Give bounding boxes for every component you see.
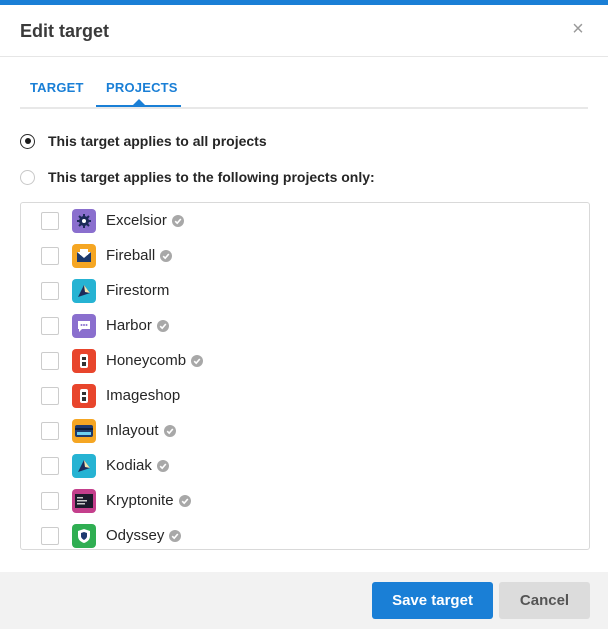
project-name: Excelsior — [106, 212, 167, 229]
project-name: Odyssey — [106, 527, 165, 544]
project-envelope-icon — [72, 243, 96, 268]
project-checkbox[interactable] — [41, 246, 59, 265]
project-name: Kodiak — [106, 457, 152, 474]
scope-all-label: This target applies to all projects — [48, 133, 267, 149]
project-checkbox[interactable] — [41, 456, 59, 475]
project-row-imageshop[interactable]: Imageshop — [21, 378, 589, 413]
active-tab-underline — [96, 105, 181, 107]
cancel-button[interactable]: Cancel — [499, 582, 590, 619]
save-target-button[interactable]: Save target — [372, 582, 493, 619]
project-checkbox[interactable] — [41, 351, 59, 370]
verified-check-icon — [191, 354, 204, 367]
scope-all-projects-option[interactable]: This target applies to all projects — [20, 131, 267, 151]
verified-check-icon — [163, 424, 176, 437]
project-row-kryptonite[interactable]: Kryptonite — [21, 483, 589, 518]
project-gear-icon — [72, 208, 96, 233]
project-list[interactable]: Excelsior Fireball Firestorm Harbor Honeycom… — [20, 202, 590, 550]
project-row-fireball[interactable]: Fireball — [21, 238, 589, 273]
verified-check-icon — [156, 319, 169, 332]
project-row-inlayout[interactable]: Inlayout — [21, 413, 589, 448]
tab-target[interactable]: TARGET — [30, 80, 84, 95]
scope-selected-radio[interactable] — [20, 169, 35, 185]
tab-projects[interactable]: PROJECTS — [106, 80, 178, 95]
project-shield-icon — [72, 523, 96, 548]
scope-all-radio[interactable] — [20, 133, 35, 149]
project-kite-icon — [72, 453, 96, 478]
project-name: Fireball — [106, 247, 156, 264]
verified-check-icon — [160, 249, 173, 262]
project-robot-icon — [72, 348, 96, 373]
project-checkbox[interactable] — [41, 491, 59, 510]
verified-check-icon — [169, 529, 182, 542]
project-robot-icon — [72, 383, 96, 408]
project-checkbox[interactable] — [41, 211, 59, 230]
project-row-firestorm[interactable]: Firestorm — [21, 273, 589, 308]
project-chat-icon — [72, 313, 96, 338]
project-name: Honeycomb — [106, 352, 187, 369]
scope-selected-label: This target applies to the following pro… — [48, 169, 375, 185]
project-row-honeycomb[interactable]: Honeycomb — [21, 343, 589, 378]
project-row-kodiak[interactable]: Kodiak — [21, 448, 589, 483]
project-checkbox[interactable] — [41, 281, 59, 300]
project-kite-icon — [72, 278, 96, 303]
project-row-harbor[interactable]: Harbor — [21, 308, 589, 343]
project-name: Firestorm — [106, 282, 170, 299]
project-checkbox[interactable] — [41, 421, 59, 440]
project-checkbox[interactable] — [41, 316, 59, 335]
project-credit-card-icon — [72, 418, 96, 443]
dialog-header: Edit target × — [0, 5, 608, 57]
verified-check-icon — [171, 214, 184, 227]
project-name: Kryptonite — [106, 492, 174, 509]
project-checkbox[interactable] — [41, 526, 59, 545]
project-checkbox[interactable] — [41, 386, 59, 405]
dialog-title: Edit target — [20, 21, 110, 41]
verified-check-icon — [178, 494, 191, 507]
verified-check-icon — [156, 459, 169, 472]
tab-bar: TARGET PROJECTS — [20, 57, 588, 109]
project-name: Harbor — [106, 317, 152, 334]
dialog-footer: Save target Cancel — [0, 572, 608, 629]
project-terminal-icon — [72, 488, 96, 513]
project-name: Inlayout — [106, 422, 159, 439]
project-row-odyssey[interactable]: Odyssey — [21, 518, 589, 549]
scope-selected-projects-option[interactable]: This target applies to the following pro… — [20, 167, 375, 187]
project-name: Imageshop — [106, 387, 181, 404]
close-icon[interactable]: × — [568, 19, 588, 39]
project-row-excelsior[interactable]: Excelsior — [21, 203, 589, 238]
